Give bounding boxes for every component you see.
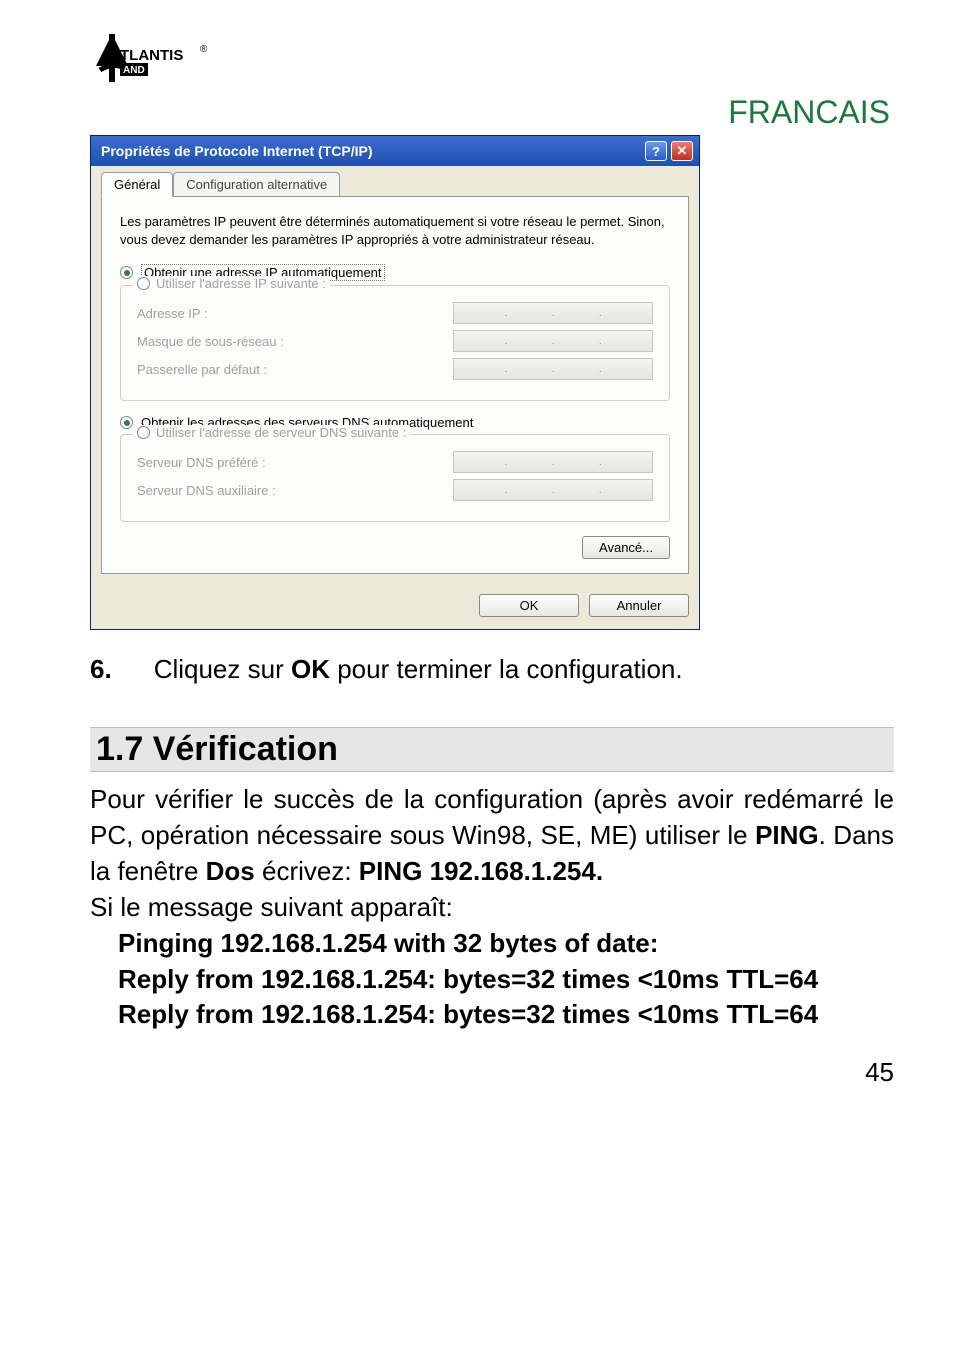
language-header: FRANCAIS [60, 94, 894, 131]
gateway-label: Passerelle par défaut : [137, 362, 267, 377]
radio-use-dns[interactable] [137, 426, 150, 439]
dns-pref-field: ... [453, 451, 653, 473]
dns-pref-label: Serveur DNS préféré : [137, 455, 266, 470]
radio-use-ip[interactable] [137, 277, 150, 290]
dialog-title: Propriétés de Protocole Internet (TCP/IP… [101, 143, 373, 159]
step-post: pour terminer la configuration. [337, 654, 682, 684]
section-title: 1.7 Vérification [90, 727, 894, 772]
logo-text: TLANTIS [120, 47, 183, 64]
step-6: 6. Cliquez sur OK pour terminer la confi… [90, 652, 894, 687]
dns-aux-label: Serveur DNS auxiliaire : [137, 483, 276, 498]
close-button[interactable]: ✕ [671, 141, 693, 161]
radio-dot-icon [120, 266, 133, 279]
description-text: Les paramètres IP peuvent être déterminé… [120, 213, 670, 248]
svg-text:®: ® [200, 44, 208, 55]
advanced-button[interactable]: Avancé... [582, 536, 670, 559]
page-number: 45 [90, 1057, 894, 1088]
subnet-mask-field: ... [453, 330, 653, 352]
para1-e: écrivez: [255, 856, 359, 886]
manual-ip-group: Utiliser l'adresse IP suivante : Adresse… [120, 285, 670, 401]
step-bold: OK [291, 654, 337, 684]
subnet-mask-label: Masque de sous-réseau : [137, 334, 284, 349]
manual-dns-group: Utiliser l'adresse de serveur DNS suivan… [120, 434, 670, 522]
dns-aux-field: ... [453, 479, 653, 501]
verification-para2: Si le message suivant apparaît: [90, 890, 894, 926]
brand-logo: TLANTIS ® AND [90, 30, 894, 84]
ping-line-2: Reply from 192.168.1.254: bytes=32 times… [118, 964, 818, 994]
ping-line-3: Reply from 192.168.1.254: bytes=32 times… [118, 999, 818, 1029]
radio-dot-icon [120, 416, 133, 429]
help-button[interactable]: ? [645, 141, 667, 161]
dialog-titlebar: Propriétés de Protocole Internet (TCP/IP… [91, 136, 699, 166]
ping-line-1: Pinging 192.168.1.254 with 32 bytes of d… [118, 928, 658, 958]
radio-use-dns-label: Utiliser l'adresse de serveur DNS suivan… [156, 425, 406, 440]
tab-general[interactable]: Général [101, 172, 173, 197]
svg-text:AND: AND [123, 65, 145, 76]
ip-address-field: ... [453, 302, 653, 324]
ok-button[interactable]: OK [479, 594, 579, 617]
document-body: 6. Cliquez sur OK pour terminer la confi… [90, 652, 894, 1088]
radio-use-ip-label: Utiliser l'adresse IP suivante : [156, 276, 326, 291]
tab-alternative-config[interactable]: Configuration alternative [173, 172, 340, 196]
ip-address-label: Adresse IP : [137, 306, 208, 321]
verification-paragraph: Pour vérifier le succès de la configurat… [90, 782, 894, 890]
tab-strip: Général Configuration alternative [101, 172, 689, 196]
para1-b: PING [755, 820, 819, 850]
step-number: 6. [90, 652, 112, 687]
tcp-ip-properties-dialog: Propriétés de Protocole Internet (TCP/IP… [90, 135, 700, 630]
tab-panel-general: Les paramètres IP peuvent être déterminé… [101, 196, 689, 574]
step-pre: Cliquez sur [154, 654, 291, 684]
cancel-button[interactable]: Annuler [589, 594, 689, 617]
para1-f: PING 192.168.1.254. [359, 856, 603, 886]
para1-d: Dos [206, 856, 255, 886]
gateway-field: ... [453, 358, 653, 380]
